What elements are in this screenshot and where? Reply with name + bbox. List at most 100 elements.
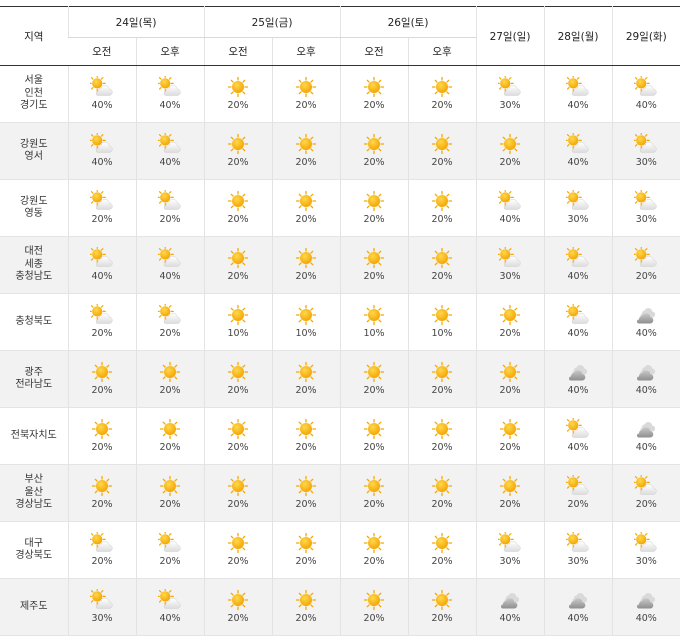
precipitation-probability: 20% [431, 442, 453, 453]
precipitation-probability: 20% [227, 214, 249, 225]
sun-icon [205, 589, 272, 611]
precipitation-probability: 10% [363, 328, 385, 339]
precipitation-probability: 40% [635, 613, 657, 624]
sun-icon [273, 418, 340, 440]
forecast-cell: 20% [339, 464, 408, 522]
forecast-cell: 20% [475, 464, 544, 522]
precipitation-probability: 30% [567, 214, 589, 225]
forecast-cell: 20% [271, 236, 340, 294]
forecast-cell: 20% [135, 464, 204, 522]
precipitation-probability: 20% [295, 214, 317, 225]
partly-cloudy-icon [545, 133, 612, 155]
precipitation-probability: 20% [227, 271, 249, 282]
precipitation-probability: 40% [567, 613, 589, 624]
table-row: 부산 울산 경상남도 20% 20% 20% 20% 20% 20% 20% 20% 20% [0, 464, 680, 522]
region-name-line: 전북자치도 [10, 429, 57, 441]
precipitation-probability: 20% [363, 157, 385, 168]
region-name-line: 광주 [24, 366, 43, 378]
sun-icon [477, 361, 544, 383]
sun-icon [409, 361, 476, 383]
table-row: 대구 경상북도 20% 20% 20% 20% 20% 20% 30% 30% 30% [0, 521, 680, 579]
precipitation-probability: 20% [499, 328, 521, 339]
sun-icon [409, 304, 476, 326]
sun-icon [341, 190, 408, 212]
forecast-cell: 40% [543, 350, 612, 408]
sun-icon [477, 133, 544, 155]
precipitation-probability: 20% [499, 157, 521, 168]
forecast-cell: 40% [135, 122, 204, 180]
precipitation-probability: 40% [635, 100, 657, 111]
partly-cloudy-icon [545, 190, 612, 212]
region-name: 대전 세종 충청남도 [0, 237, 68, 294]
forecast-cell: 20% [135, 521, 204, 579]
forecast-cell: 20% [203, 464, 272, 522]
cloudy-icon [545, 589, 612, 611]
weather-forecast-table: 지역 24일(목) 25일(금) 26일(토) 27일(일) 28일(월) 29… [0, 6, 680, 636]
sun-icon [205, 475, 272, 497]
partly-cloudy-icon [545, 304, 612, 326]
forecast-body: 서울 인천 경기도 40% 40% 20% 20% 20% 20% 30% 40% 40% 강원도 영서 4… [0, 65, 680, 636]
region-name-line: 경상남도 [15, 499, 53, 511]
forecast-cell: 20% [67, 521, 136, 579]
precipitation-probability: 20% [431, 556, 453, 567]
sun-icon [409, 190, 476, 212]
forecast-cell: 20% [475, 407, 544, 465]
forecast-cell: 10% [407, 293, 476, 351]
partly-cloudy-icon [545, 247, 612, 269]
precipitation-probability: 20% [295, 442, 317, 453]
forecast-cell: 20% [271, 122, 340, 180]
table-row: 강원도 영동 20% 20% 20% 20% 20% 20% 40% 30% 30% [0, 179, 680, 237]
sun-icon [205, 247, 272, 269]
sun-icon [205, 133, 272, 155]
forecast-cell: 20% [67, 464, 136, 522]
precipitation-probability: 20% [159, 499, 181, 510]
forecast-cell: 40% [543, 578, 612, 636]
precipitation-probability: 20% [159, 385, 181, 396]
forecast-cell: 20% [67, 350, 136, 408]
precipitation-probability: 20% [431, 214, 453, 225]
table-row: 전북자치도 20% 20% 20% 20% 20% 20% 20% 40% 40% [0, 407, 680, 465]
precipitation-probability: 20% [227, 499, 249, 510]
partly-cloudy-icon [613, 247, 680, 269]
forecast-cell: 20% [407, 407, 476, 465]
partly-cloudy-icon [69, 133, 136, 155]
forecast-cell: 40% [611, 65, 680, 123]
precipitation-probability: 20% [499, 499, 521, 510]
precipitation-probability: 40% [635, 328, 657, 339]
forecast-cell: 30% [611, 122, 680, 180]
precipitation-probability: 20% [295, 271, 317, 282]
day-header-28: 28일(월) [543, 6, 612, 66]
forecast-cell: 20% [203, 122, 272, 180]
sun-icon [273, 304, 340, 326]
precipitation-probability: 20% [91, 214, 113, 225]
partly-cloudy-icon [69, 304, 136, 326]
sun-icon [273, 361, 340, 383]
region-name: 서울 인천 경기도 [0, 66, 68, 123]
forecast-cell: 10% [339, 293, 408, 351]
half-header-pm: 오후 [135, 37, 204, 66]
forecast-cell: 20% [339, 65, 408, 123]
precipitation-probability: 30% [499, 271, 521, 282]
region-name: 대구 경상북도 [0, 522, 68, 579]
forecast-cell: 20% [407, 236, 476, 294]
partly-cloudy-icon [69, 190, 136, 212]
forecast-cell: 20% [339, 350, 408, 408]
forecast-cell: 20% [407, 65, 476, 123]
cloudy-icon [545, 361, 612, 383]
precipitation-probability: 40% [91, 271, 113, 282]
forecast-cell: 40% [611, 293, 680, 351]
forecast-cell: 20% [203, 407, 272, 465]
precipitation-probability: 20% [227, 556, 249, 567]
precipitation-probability: 20% [227, 100, 249, 111]
partly-cloudy-icon [477, 76, 544, 98]
precipitation-probability: 40% [499, 214, 521, 225]
partly-cloudy-icon [545, 475, 612, 497]
forecast-cell: 20% [67, 407, 136, 465]
precipitation-probability: 20% [295, 613, 317, 624]
precipitation-probability: 20% [431, 385, 453, 396]
precipitation-probability: 20% [363, 385, 385, 396]
forecast-cell: 20% [67, 179, 136, 237]
precipitation-probability: 20% [91, 442, 113, 453]
forecast-cell: 20% [271, 407, 340, 465]
cloudy-icon [477, 589, 544, 611]
